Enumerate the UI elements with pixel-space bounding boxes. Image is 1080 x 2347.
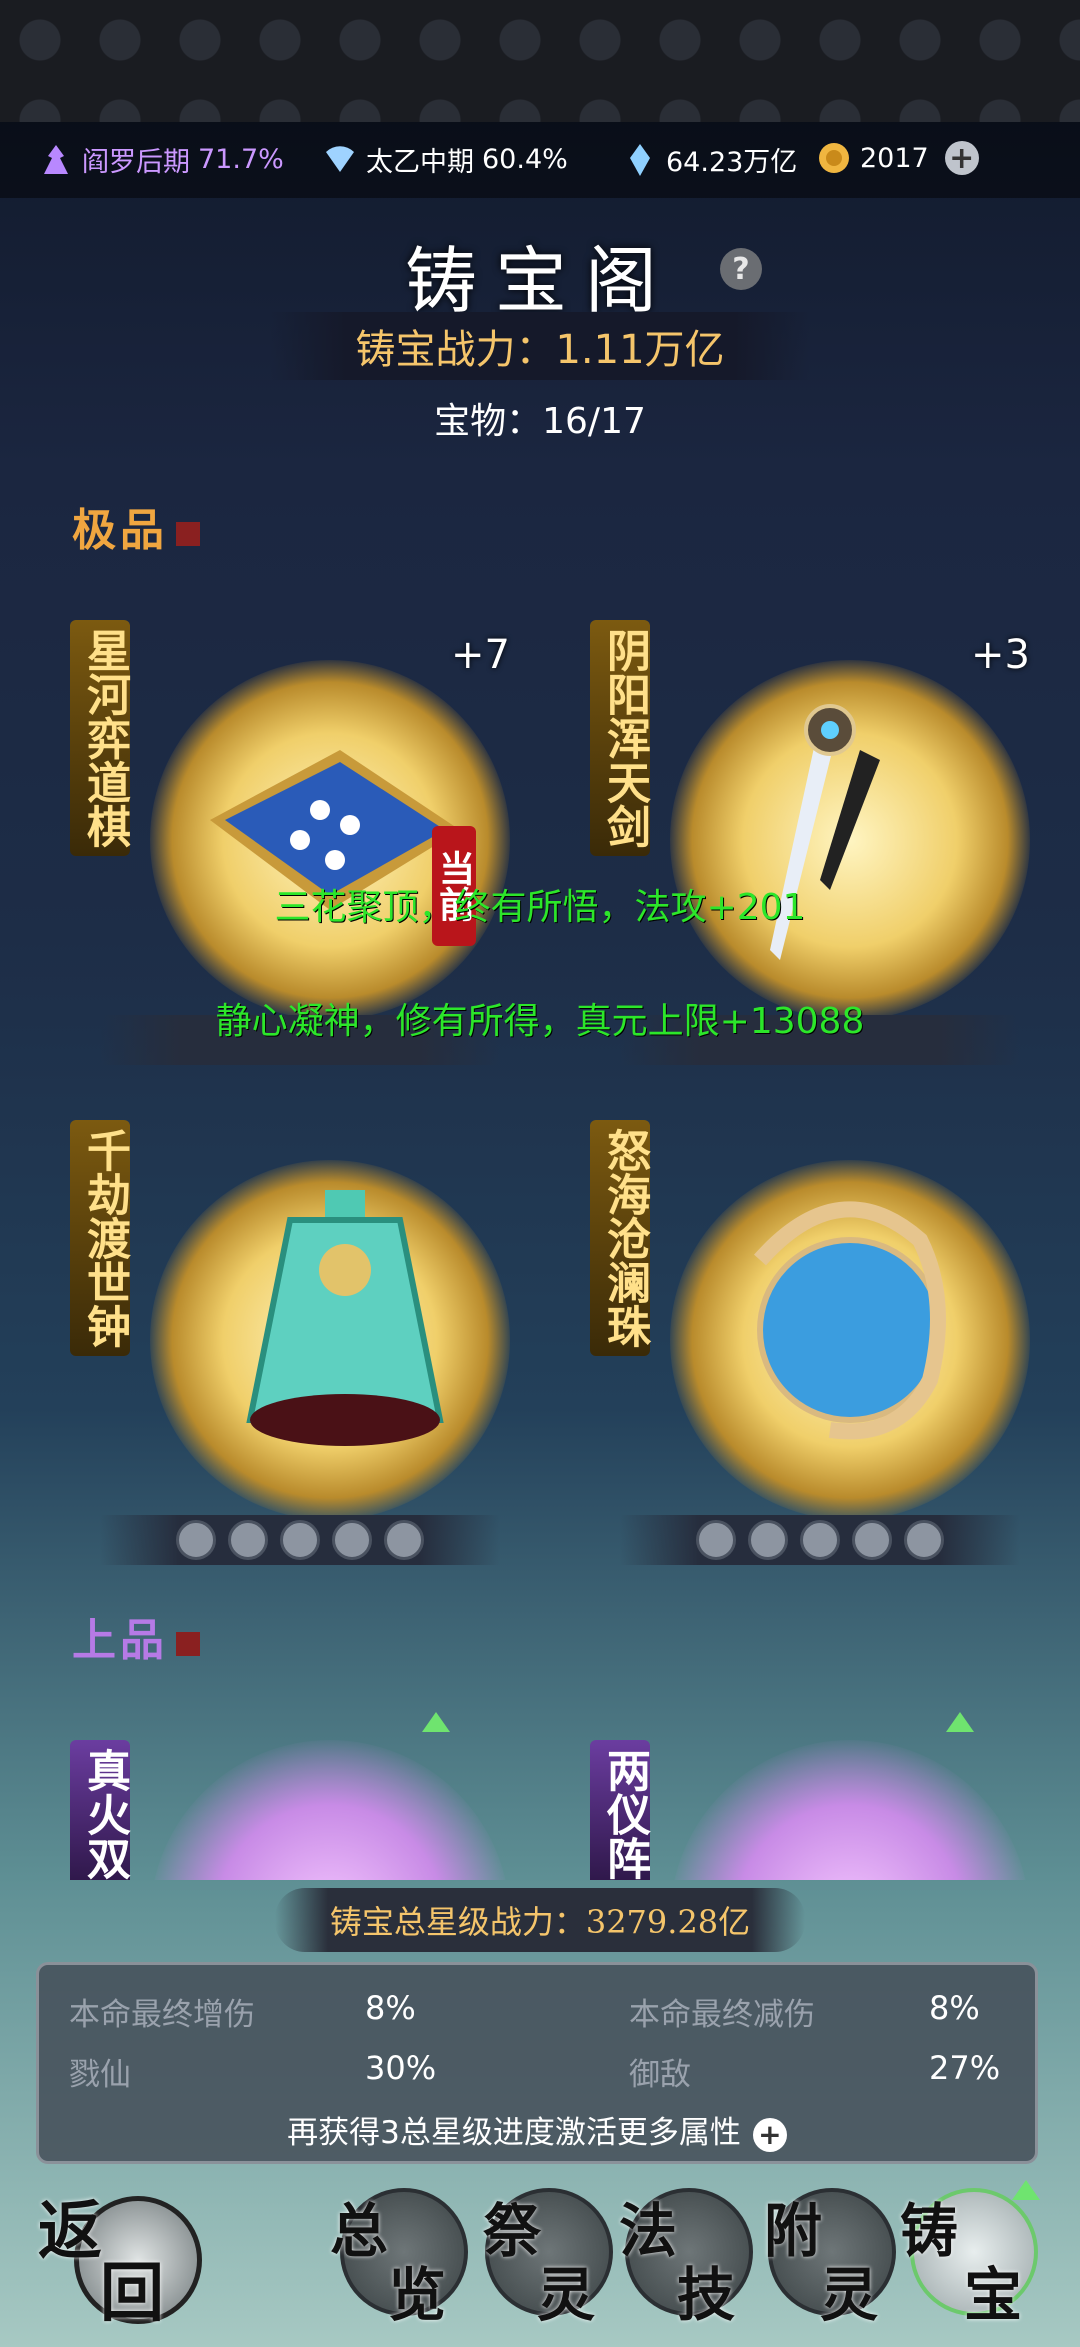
stat-value: 27% (929, 2049, 1001, 2087)
stat-label: 御敌 (629, 2057, 691, 2093)
help-button[interactable]: ? (720, 248, 762, 290)
skill-label-2: 技 (677, 2261, 736, 2329)
add-coins-button[interactable]: + (944, 141, 979, 176)
overview-button[interactable]: 总 览 (330, 2178, 470, 2338)
skill-button[interactable]: 法 技 (615, 2178, 755, 2338)
sacrifice-label-2: 灵 (537, 2261, 596, 2329)
attach-label-1: 附 (764, 2197, 823, 2265)
star-rune-icon (228, 1520, 268, 1560)
stat-value: 8% (365, 1989, 416, 2027)
section-top-label: 极品 (72, 505, 168, 556)
star-rune-icon (696, 1520, 736, 1560)
forge-button[interactable]: 铸 宝 (900, 2178, 1070, 2338)
upgrade-arrow-icon (946, 1712, 974, 1732)
more-attributes: 再获得3总星级进度激活更多属性 + (39, 2107, 1035, 2152)
treasure-card-6[interactable]: 两仪阵 (590, 1700, 1030, 1880)
upgrade-arrow-icon (1012, 2180, 1040, 2200)
back-button[interactable]: 返 回 (30, 2178, 202, 2338)
resource-bar: 阎罗后期 71.7% 太乙中期 60.4% 64.23万亿 2017 + (0, 122, 1080, 198)
upper-grade-row: 真火双 两仪阵 (0, 1700, 1080, 1880)
upgrade-arrow-icon (422, 1712, 450, 1732)
stage-resource[interactable]: 太乙中期 60.4% (322, 140, 568, 179)
star-rune-icon (748, 1520, 788, 1560)
treasure-name: 怒海沧澜珠 (590, 1120, 650, 1356)
more-attributes-label: 再获得3总星级进度激活更多属性 (287, 2115, 741, 2151)
crystal-amount: 64.23万亿 (666, 147, 798, 178)
stat-value: 30% (365, 2049, 437, 2087)
treasure-name: 两仪阵 (590, 1740, 650, 1880)
star-rune-icon (280, 1520, 320, 1560)
treasure-card-3[interactable]: 千劫渡世钟 (70, 1120, 510, 1565)
card-base (100, 1515, 500, 1565)
total-star-power: 铸宝总星级战力：3279.28亿 (275, 1888, 805, 1952)
crystal-icon (630, 143, 650, 176)
top-decor-band (0, 0, 1080, 122)
coin-icon (819, 143, 849, 173)
sword-icon (770, 704, 880, 960)
realm-name: 阎罗后期 (82, 147, 190, 178)
stat-label: 本命最终减伤 (629, 1997, 815, 2033)
star-rune-icon (800, 1520, 840, 1560)
forge-label-2: 宝 (964, 2261, 1023, 2329)
treasure-name: 阴阳浑天剑 (590, 620, 650, 856)
star-rune-icon (384, 1520, 424, 1560)
stage-percent: 60.4% (482, 144, 568, 175)
star-rune-icon (852, 1520, 892, 1560)
forge-label-1: 铸 (900, 2197, 959, 2265)
star-rune-icon (904, 1520, 944, 1560)
cultivator-icon (44, 144, 68, 174)
treasure-level: +3 (971, 632, 1030, 678)
card-halo (150, 1740, 510, 1880)
card-base (620, 1515, 1020, 1565)
treasure-level: +7 (451, 632, 510, 678)
more-attributes-button[interactable]: + (752, 2117, 787, 2152)
sacrifice-button[interactable]: 祭 灵 (475, 2178, 615, 2338)
coin-amount: 2017 (860, 142, 929, 174)
attach-button[interactable]: 附 灵 (758, 2178, 898, 2338)
stage-name: 太乙中期 (366, 147, 474, 178)
stat-value: 8% (929, 1989, 980, 2027)
treasure-count: 宝物：16/17 (434, 401, 646, 442)
treasure-name: 千劫渡世钟 (70, 1120, 130, 1356)
sacrifice-label-1: 祭 (483, 2197, 542, 2265)
treasure-name: 真火双 (70, 1740, 130, 1880)
realm-percent: 71.7% (198, 144, 284, 175)
seal-icon (176, 1631, 200, 1656)
section-mid-grade: 上品 (72, 1604, 200, 1668)
dragon-orb-icon (754, 1201, 946, 1440)
section-mid-label: 上品 (72, 1615, 168, 1666)
stat-label: 本命最终增伤 (69, 1997, 255, 2033)
attach-label-2: 灵 (820, 2261, 879, 2329)
section-top-grade: 极品 (72, 494, 200, 558)
forge-power: 铸宝战力：1.11万亿 (270, 312, 810, 380)
seal-icon (176, 521, 200, 546)
back-label-2: 回 (100, 2256, 164, 2331)
float-message-2: 静心凝神，修有所得，真元上限+13088 (215, 1001, 865, 1042)
treasure-name: 星河弈道棋 (70, 620, 130, 856)
fan-icon (326, 145, 354, 172)
overview-label-1: 总 (330, 2197, 389, 2265)
float-message-1: 三花聚顶，终有所悟，法攻+201 (274, 887, 806, 928)
bottom-nav: 返 回 总 览 祭 灵 法 技 附 灵 铸 宝 (0, 2178, 1080, 2347)
bell-icon (246, 1190, 444, 1446)
realm-resource[interactable]: 阎罗后期 71.7% (38, 140, 284, 179)
card-halo (670, 1740, 1030, 1880)
stats-panel: 本命最终增伤 8% 本命最终减伤 8% 戮仙 30% 御敌 27% 再获得3总星… (36, 1962, 1038, 2164)
star-rune-icon (332, 1520, 372, 1560)
back-label-1: 返 (38, 2194, 102, 2269)
overview-label-2: 览 (388, 2261, 447, 2329)
crystal-resource[interactable]: 64.23万亿 (622, 140, 797, 179)
treasure-card-4[interactable]: 怒海沧澜珠 (590, 1120, 1030, 1565)
stat-label: 戮仙 (69, 2057, 131, 2093)
star-rune-icon (176, 1520, 216, 1560)
skill-label-1: 法 (619, 2197, 678, 2265)
treasure-card-5[interactable]: 真火双 (70, 1700, 510, 1880)
coin-resource[interactable]: 2017 + (816, 140, 979, 176)
